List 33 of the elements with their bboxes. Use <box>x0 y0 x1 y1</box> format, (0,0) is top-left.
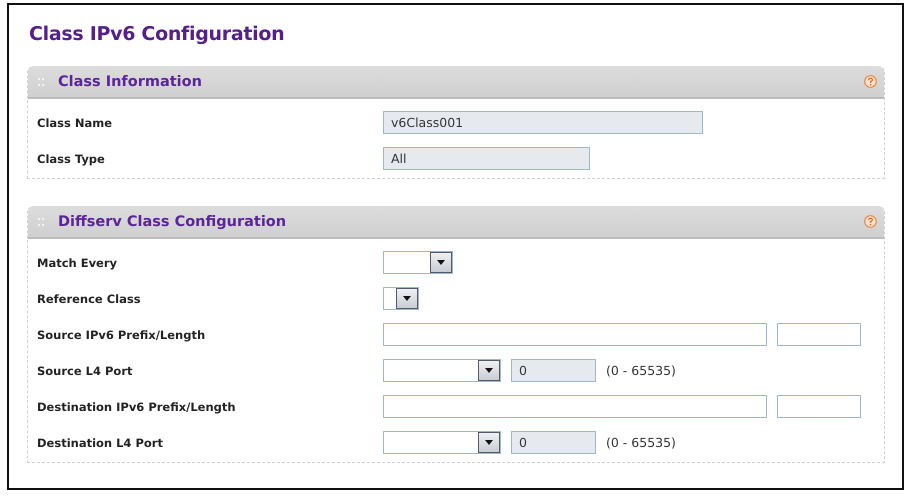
input-field[interactable] <box>383 323 767 346</box>
input-field[interactable] <box>777 323 861 346</box>
help-icon[interactable] <box>864 75 877 88</box>
field-label: Reference Class <box>37 292 142 306</box>
range-hint: (0 - 65535) <box>606 363 676 378</box>
input-field[interactable]: All <box>383 147 590 170</box>
dropdown[interactable] <box>383 251 453 274</box>
input-field[interactable] <box>777 395 861 418</box>
panel-title: Diffserv Class Configuration <box>58 214 288 230</box>
grip-icon <box>38 78 44 86</box>
dropdown[interactable] <box>383 287 419 310</box>
page-title: Class IPv6 Configuration <box>29 23 286 45</box>
dropdown[interactable] <box>383 431 501 454</box>
field-label: Destination IPv6 Prefix/Length <box>37 400 237 414</box>
field-label: Class Type <box>37 152 106 166</box>
caret-icon <box>485 368 493 373</box>
range-hint: (0 - 65535) <box>606 435 676 450</box>
field-label: Source IPv6 Prefix/Length <box>37 328 206 342</box>
grip-icon <box>38 218 44 226</box>
field-label: Match Every <box>37 256 118 270</box>
caret-icon <box>403 296 411 301</box>
caret-icon <box>485 440 493 445</box>
field-label: Source L4 Port <box>37 364 134 378</box>
input-field[interactable]: 0 <box>511 431 596 454</box>
input-field[interactable]: v6Class001 <box>383 111 703 134</box>
field-label: Class Name <box>37 116 114 130</box>
help-icon[interactable] <box>864 215 877 228</box>
field-label: Destination L4 Port <box>37 436 164 450</box>
input-field[interactable] <box>383 395 767 418</box>
input-field[interactable]: 0 <box>511 359 596 382</box>
caret-icon <box>437 260 445 265</box>
dropdown[interactable] <box>383 359 501 382</box>
panel-title: Class Information <box>58 74 203 90</box>
